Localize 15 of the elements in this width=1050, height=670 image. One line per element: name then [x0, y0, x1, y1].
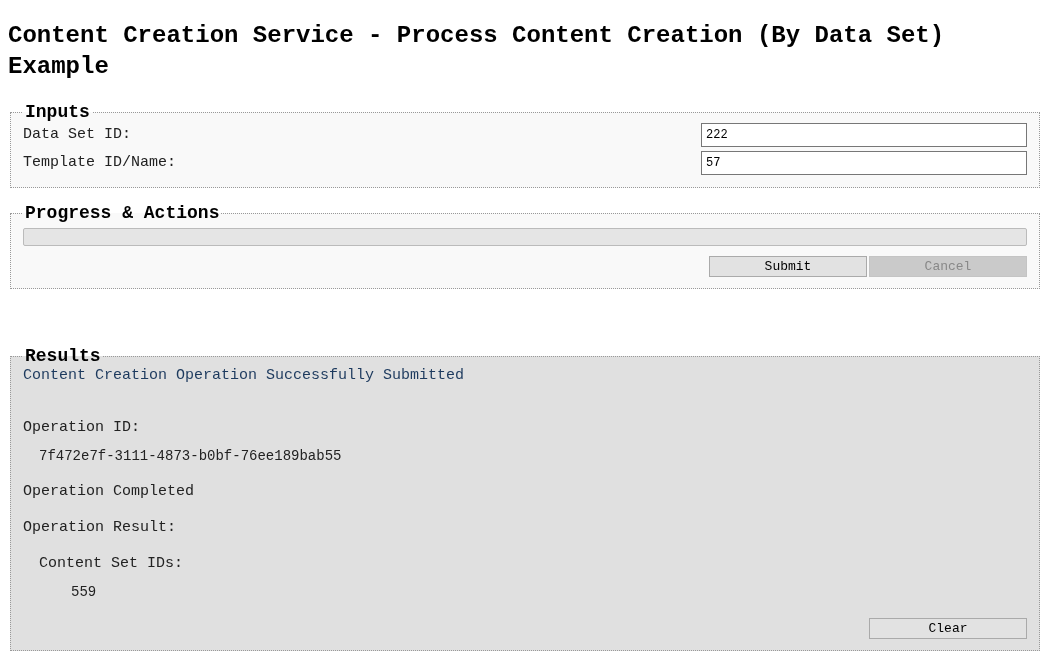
- section-legend: Progress & Actions: [23, 200, 222, 227]
- result-label: Content Set IDs:: [39, 554, 185, 574]
- content-set-id: 559: [71, 583, 98, 602]
- section-legend: Inputs: [23, 99, 92, 126]
- operation-id: 7f472e7f-3111-4873-b0bf-76ee189bab55: [39, 447, 343, 466]
- page-title: Content Creation Service - Process Content Creation (By Data Set) Example: [8, 21, 946, 82]
- input-field[interactable]: 222: [701, 123, 1027, 147]
- clear-button[interactable]: Clear: [869, 618, 1027, 639]
- field-label: Template ID/Name:: [23, 152, 177, 173]
- input-field[interactable]: 57: [701, 151, 1027, 175]
- result-label: Operation Result:: [23, 518, 178, 538]
- submit-button[interactable]: Submit: [709, 256, 867, 277]
- field-label: Data Set ID:: [23, 124, 132, 145]
- result-label: Operation Completed: [23, 482, 196, 502]
- result-label: Operation ID:: [23, 418, 142, 438]
